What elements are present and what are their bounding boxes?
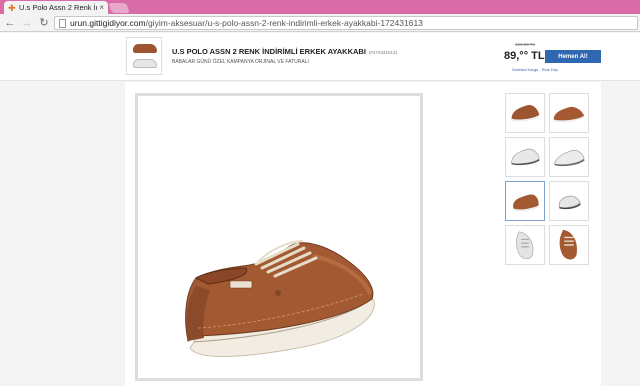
browser-toolbar: ← → ↻ urun.gittigidiyor.com/giyim-aksesu…	[0, 14, 640, 32]
gallery-thumbnail[interactable]	[549, 225, 589, 265]
product-header: U.S POLO ASSN 2 RENK İNDİRİMLİ ERKEK AYA…	[0, 33, 640, 81]
new-tab-button[interactable]	[108, 3, 130, 13]
price: 89,°° TL	[504, 50, 545, 62]
product-code: (#172431613)	[368, 50, 397, 55]
white-shoe-image	[554, 149, 585, 167]
tab-title: U.s Polo Assn 2 Renk İndi	[19, 3, 98, 12]
gallery-thumbnail[interactable]	[505, 93, 545, 133]
buy-now-button[interactable]: Hemen Al!	[545, 50, 601, 63]
gallery-thumbnail[interactable]	[549, 137, 589, 177]
gallery-thumbnail[interactable]	[505, 225, 545, 265]
browser-tab[interactable]: ✚ U.s Polo Assn 2 Renk İndi ×	[4, 1, 108, 14]
address-bar[interactable]: urun.gittigidiyor.com/giyim-aksesuar/u-s…	[54, 16, 638, 30]
gallery-thumbnail[interactable]	[549, 181, 589, 221]
white-shoe-image	[133, 59, 157, 68]
reload-icon[interactable]: ↻	[37, 16, 51, 30]
browser-tabstrip: ✚ U.s Polo Assn 2 Renk İndi ×	[0, 0, 640, 14]
old-price: 199,00 TL	[515, 42, 536, 47]
forward-arrow-icon[interactable]: →	[20, 16, 34, 30]
shipping-info: Ücretsiz Kargo - Stok Dışı	[512, 67, 559, 72]
gallery-thumbnail[interactable]	[505, 181, 545, 221]
product-subtitle: BABALAR GÜNÜ ÖZEL KAMPANYA ORJİNAL VE FA…	[172, 59, 309, 65]
url-domain: urun.gittigidiyor.com	[70, 18, 146, 28]
white-shoe-image	[558, 195, 581, 210]
header-product-thumbnail[interactable]	[126, 37, 162, 75]
gittigidiyor-favicon-icon: ✚	[8, 2, 16, 13]
brown-shoe-image	[559, 229, 577, 260]
brown-shoe-image	[133, 44, 157, 53]
tab-close-icon[interactable]: ×	[99, 3, 104, 12]
white-shoe-image	[516, 231, 534, 260]
brown-shoe-image	[553, 106, 585, 123]
page-icon	[59, 18, 66, 28]
main-product-image[interactable]	[135, 93, 423, 381]
brown-shoe-image	[513, 194, 539, 212]
product-title: U.S POLO ASSN 2 RENK İNDİRİMLİ ERKEK AYA…	[172, 47, 397, 56]
url-path: /giyim-aksesuar/u-s-polo-assn-2-renk-ind…	[145, 18, 423, 28]
product-title-text: U.S POLO ASSN 2 RENK İNDİRİMLİ ERKEK AYA…	[172, 47, 366, 56]
gallery-thumbnail[interactable]	[549, 93, 589, 133]
brown-shoe-image	[185, 240, 375, 357]
back-arrow-icon[interactable]: ←	[3, 16, 17, 30]
brown-shoe-image	[511, 105, 540, 122]
